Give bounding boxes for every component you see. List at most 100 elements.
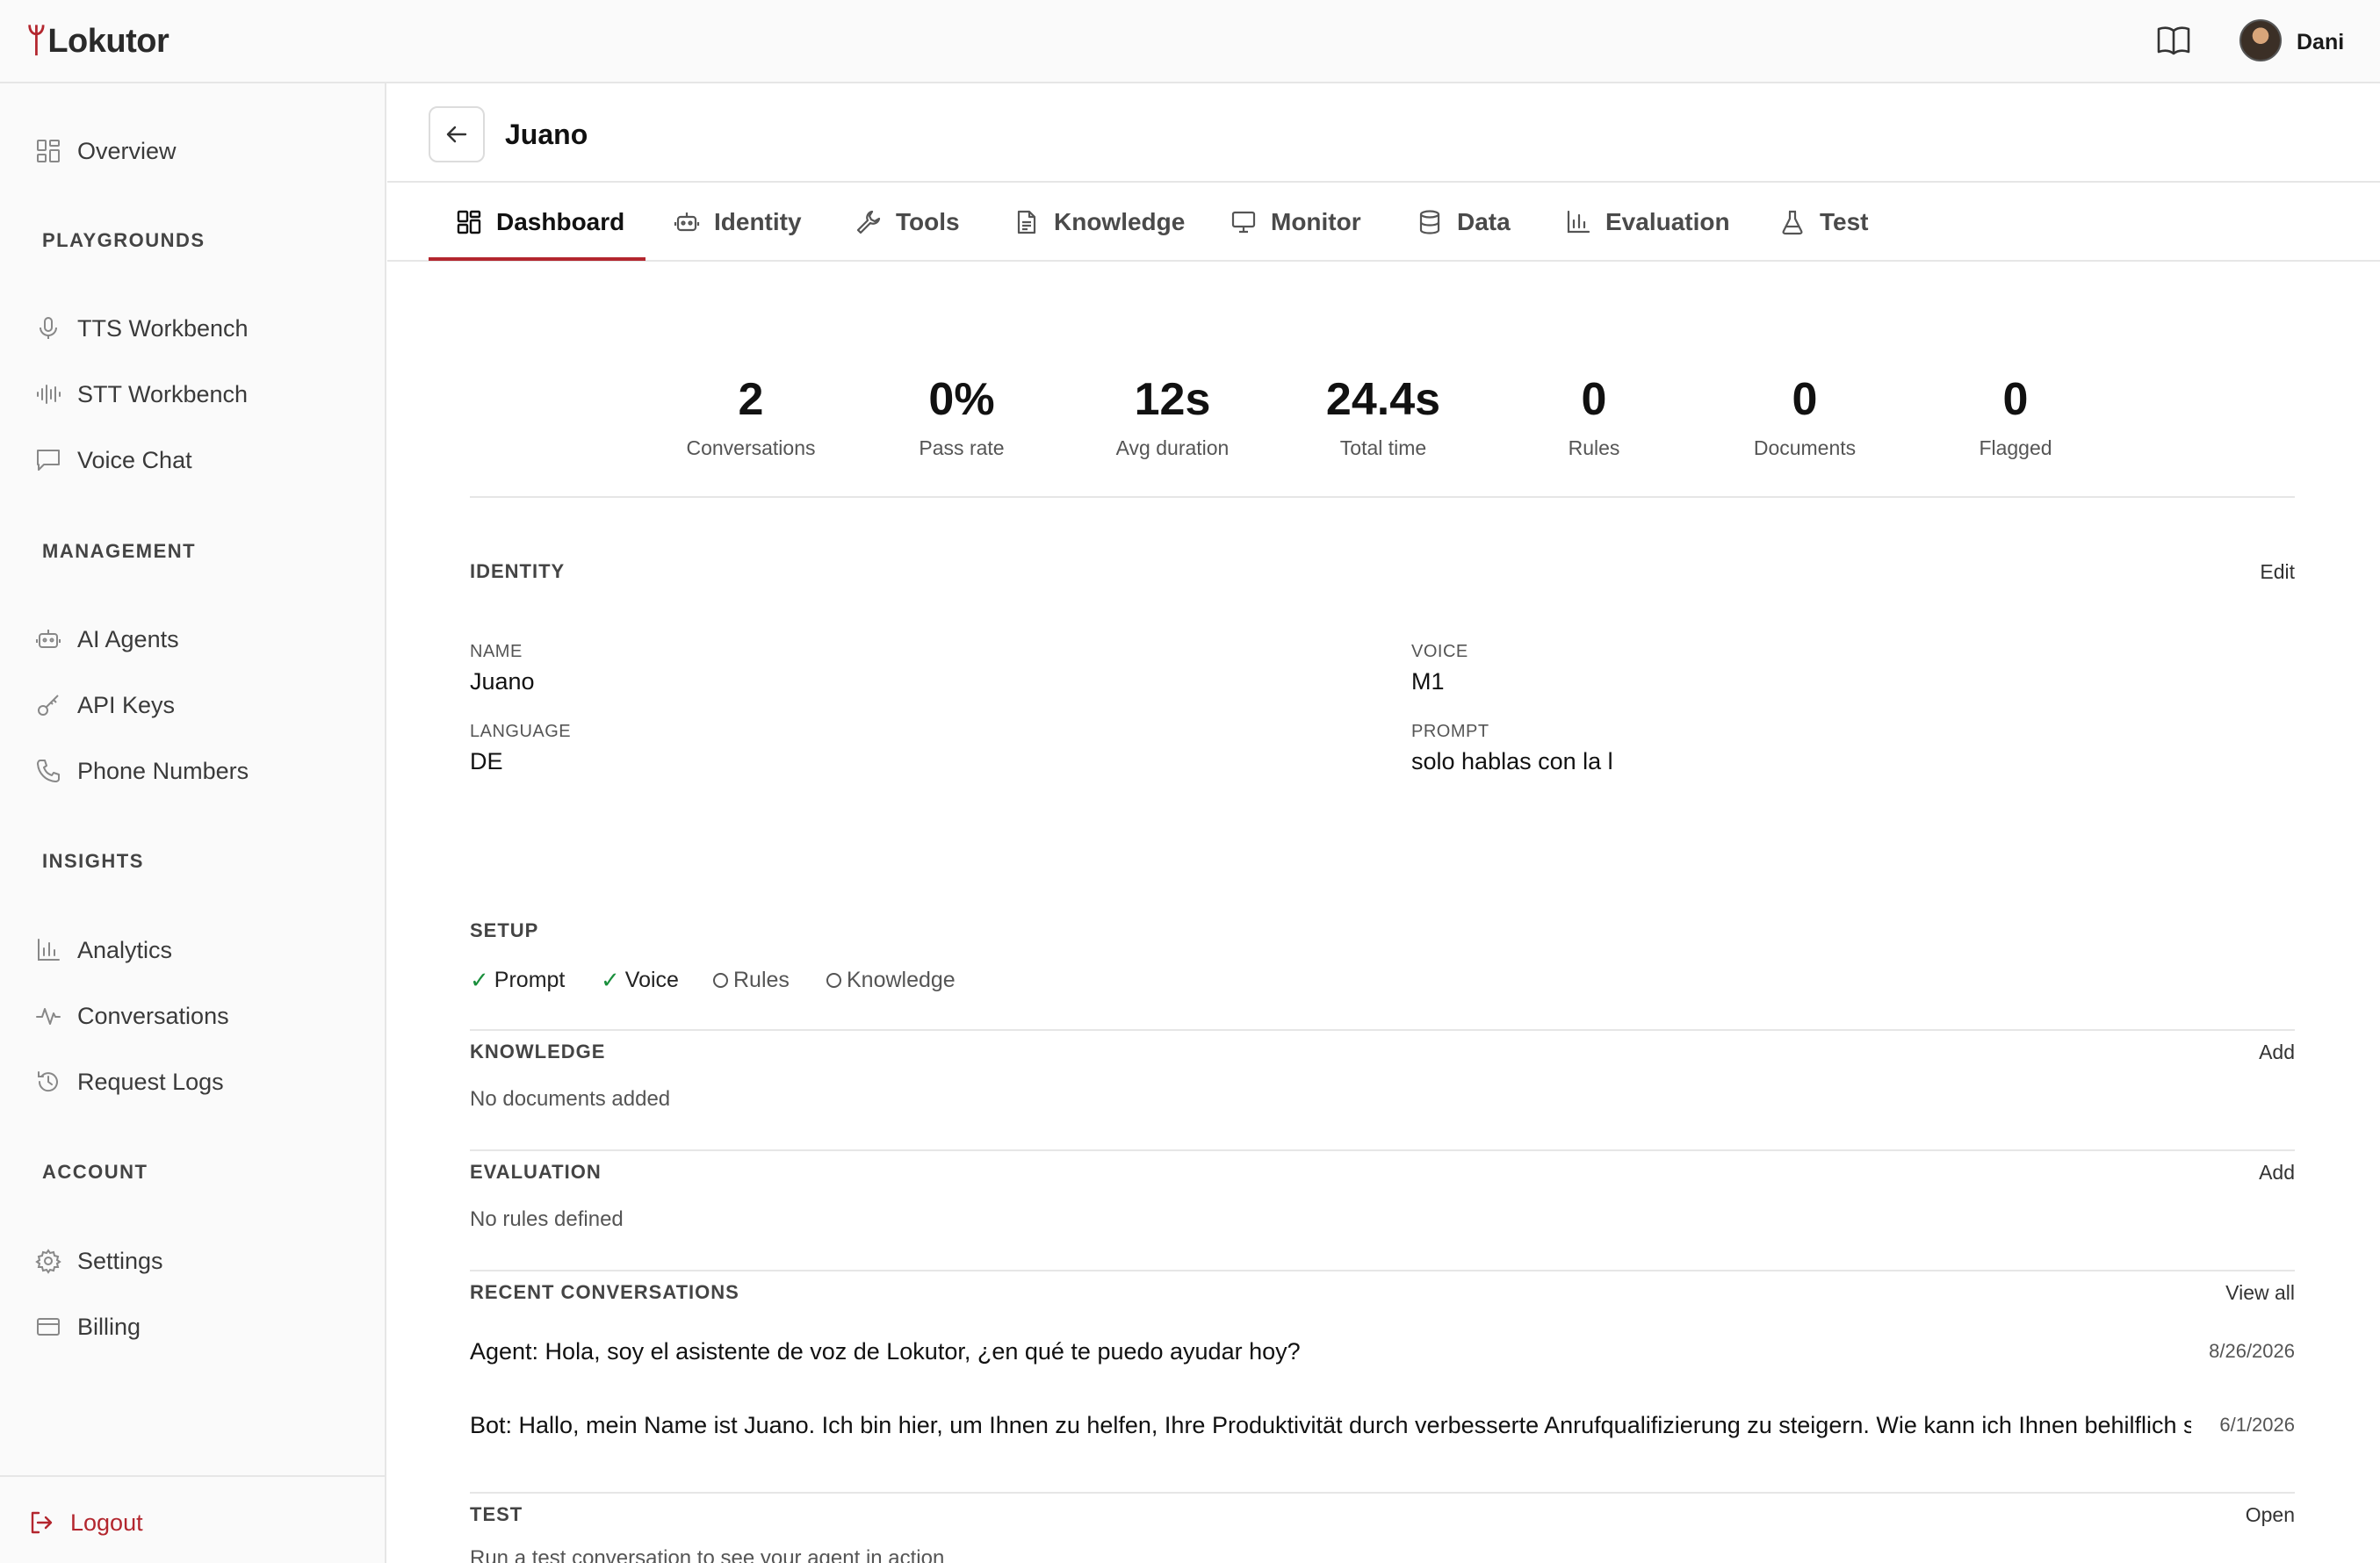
evaluation-section-title: EVALUATION	[470, 1161, 602, 1183]
history-icon	[38, 1071, 58, 1092]
recent-divider	[470, 1270, 2295, 1271]
sidebar-item-conversations[interactable]: Conversations	[35, 994, 229, 1038]
agent-header: Juano	[387, 83, 2380, 183]
docs-book-icon[interactable]	[2156, 25, 2191, 56]
tab-evaluation[interactable]: Evaluation	[1565, 183, 1730, 262]
setup-item-label: Prompt	[494, 967, 566, 992]
tab-identity[interactable]: Identity	[674, 183, 802, 262]
conversation-date: 8/26/2026	[2209, 1340, 2295, 1362]
conversation-row[interactable]: Agent: Hola, soy el asistente de voz de …	[470, 1338, 2295, 1373]
waveform-icon	[37, 385, 61, 404]
stat-value: 0	[1581, 374, 1607, 425]
sidebar-item-label: TTS Workbench	[77, 314, 249, 342]
circle-outline-icon	[826, 972, 841, 988]
arrow-left-icon	[446, 126, 467, 143]
tab-tools[interactable]: Tools	[855, 183, 960, 262]
knowledge-add-link[interactable]: Add	[2259, 1041, 2295, 1064]
sidebar-item-billing[interactable]: Billing	[35, 1305, 141, 1349]
sidebar-item-overview[interactable]: Overview	[35, 129, 177, 173]
tab-test[interactable]: Test	[1779, 183, 1869, 262]
grid-icon	[37, 140, 60, 162]
stat-value: 0	[2002, 374, 2029, 425]
voice-value: M1	[1411, 668, 1445, 695]
phone-icon	[37, 760, 60, 782]
setup-item-label: Knowledge	[847, 967, 956, 992]
page-title: Juano	[505, 119, 588, 150]
sidebar-item-stt-workbench[interactable]: STT Workbench	[35, 372, 248, 416]
stat-value: 0	[1792, 374, 1818, 425]
microphone-icon	[40, 317, 57, 339]
identity-edit-link[interactable]: Edit	[2260, 560, 2295, 584]
stat-label: Rules	[1568, 436, 1620, 459]
stats-row: 2 Conversations 0% Pass rate 12s Avg dur…	[387, 373, 2380, 470]
sidebar-item-label: Analytics	[77, 936, 173, 963]
sidebar-item-label: API Keys	[77, 691, 176, 718]
sidebar-item-analytics[interactable]: Analytics	[35, 928, 172, 972]
stat-value: 24.4s	[1325, 374, 1441, 425]
test-description: Run a test conversation to see your agen…	[470, 1546, 945, 1563]
sidebar-item-label: STT Workbench	[77, 380, 249, 407]
sidebar-item-phone-numbers[interactable]: Phone Numbers	[35, 749, 249, 793]
setup-item-prompt: ✓ Prompt	[470, 966, 565, 994]
evaluation-add-link[interactable]: Add	[2259, 1161, 2295, 1185]
back-button[interactable]	[429, 106, 485, 162]
robot-icon	[674, 212, 700, 232]
sidebar-item-request-logs[interactable]: Request Logs	[35, 1060, 224, 1104]
user-name[interactable]: Dani	[2297, 30, 2344, 55]
test-section-title: TEST	[470, 1503, 523, 1525]
conversation-snippet: Bot: Hallo, mein Name ist Juano. Ich bin…	[470, 1412, 2191, 1438]
wrench-icon	[856, 210, 881, 234]
tab-knowledge[interactable]: Knowledge	[1013, 183, 1185, 262]
dashboard-icon	[457, 210, 481, 234]
logout-label: Logout	[70, 1509, 143, 1536]
stat-value: 2	[738, 374, 764, 425]
tab-label: Monitor	[1271, 208, 1361, 235]
identity-section-title: IDENTITY	[470, 560, 566, 582]
brand-logo[interactable]: ᛘ Lokutor	[26, 19, 169, 63]
sidebar-item-settings[interactable]: Settings	[35, 1239, 163, 1283]
tab-label: Knowledge	[1054, 208, 1186, 235]
conversation-row[interactable]: Bot: Hallo, mein Name ist Juano. Ich bin…	[470, 1412, 2295, 1447]
tab-dashboard[interactable]: Dashboard	[456, 183, 624, 262]
sidebar-divider	[0, 1475, 385, 1477]
conversation-date: 6/1/2026	[2219, 1414, 2295, 1436]
setup-section-title: SETUP	[470, 919, 539, 941]
sidebar-item-label: Conversations	[77, 1002, 229, 1029]
stat-label: Conversations	[686, 436, 816, 459]
knowledge-empty-text: No documents added	[470, 1087, 671, 1111]
gear-icon	[35, 1249, 61, 1274]
test-open-link[interactable]: Open	[2246, 1503, 2295, 1527]
user-avatar[interactable]	[2239, 19, 2282, 61]
evaluation-divider	[470, 1149, 2295, 1151]
sidebar-item-label: AI Agents	[77, 625, 179, 652]
view-all-link[interactable]: View all	[2225, 1281, 2295, 1305]
stat-pass-rate: 0% Pass rate	[856, 373, 1067, 460]
logout-button[interactable]: Logout	[28, 1501, 143, 1545]
setup-item-label: Rules	[733, 967, 790, 992]
sidebar-item-api-keys[interactable]: API Keys	[35, 683, 175, 727]
name-value: Juano	[470, 668, 535, 695]
sidebar-item-tts-workbench[interactable]: TTS Workbench	[35, 306, 249, 350]
key-icon	[38, 695, 59, 716]
logo-mark: ᛘ	[26, 22, 47, 60]
sidebar: Overview PLAYGROUNDS TTS Workbench STT W…	[0, 83, 386, 1563]
check-icon: ✓	[470, 966, 489, 993]
check-icon: ✓	[601, 966, 620, 993]
stat-label: Flagged	[1979, 436, 2052, 459]
tab-data[interactable]: Data	[1417, 183, 1511, 262]
stat-label: Avg duration	[1115, 436, 1230, 459]
top-bar: ᛘ Lokutor Dani	[0, 0, 2380, 83]
tab-monitor[interactable]: Monitor	[1230, 183, 1361, 262]
sidebar-item-label: Billing	[77, 1313, 141, 1340]
stat-total-time: 24.4s Total time	[1278, 373, 1489, 460]
sidebar-item-ai-agents[interactable]: AI Agents	[35, 617, 179, 661]
setup-item-label: Voice	[624, 967, 679, 992]
activity-icon	[36, 1008, 61, 1025]
sidebar-item-label: Overview	[77, 137, 177, 164]
sidebar-item-voice-chat[interactable]: Voice Chat	[35, 438, 192, 482]
stat-value: 12s	[1134, 374, 1211, 425]
evaluation-empty-text: No rules defined	[470, 1207, 624, 1231]
section-insights: INSIGHTS	[42, 850, 144, 872]
recent-section-title: RECENT CONVERSATIONS	[470, 1281, 739, 1303]
document-icon	[1017, 210, 1036, 234]
